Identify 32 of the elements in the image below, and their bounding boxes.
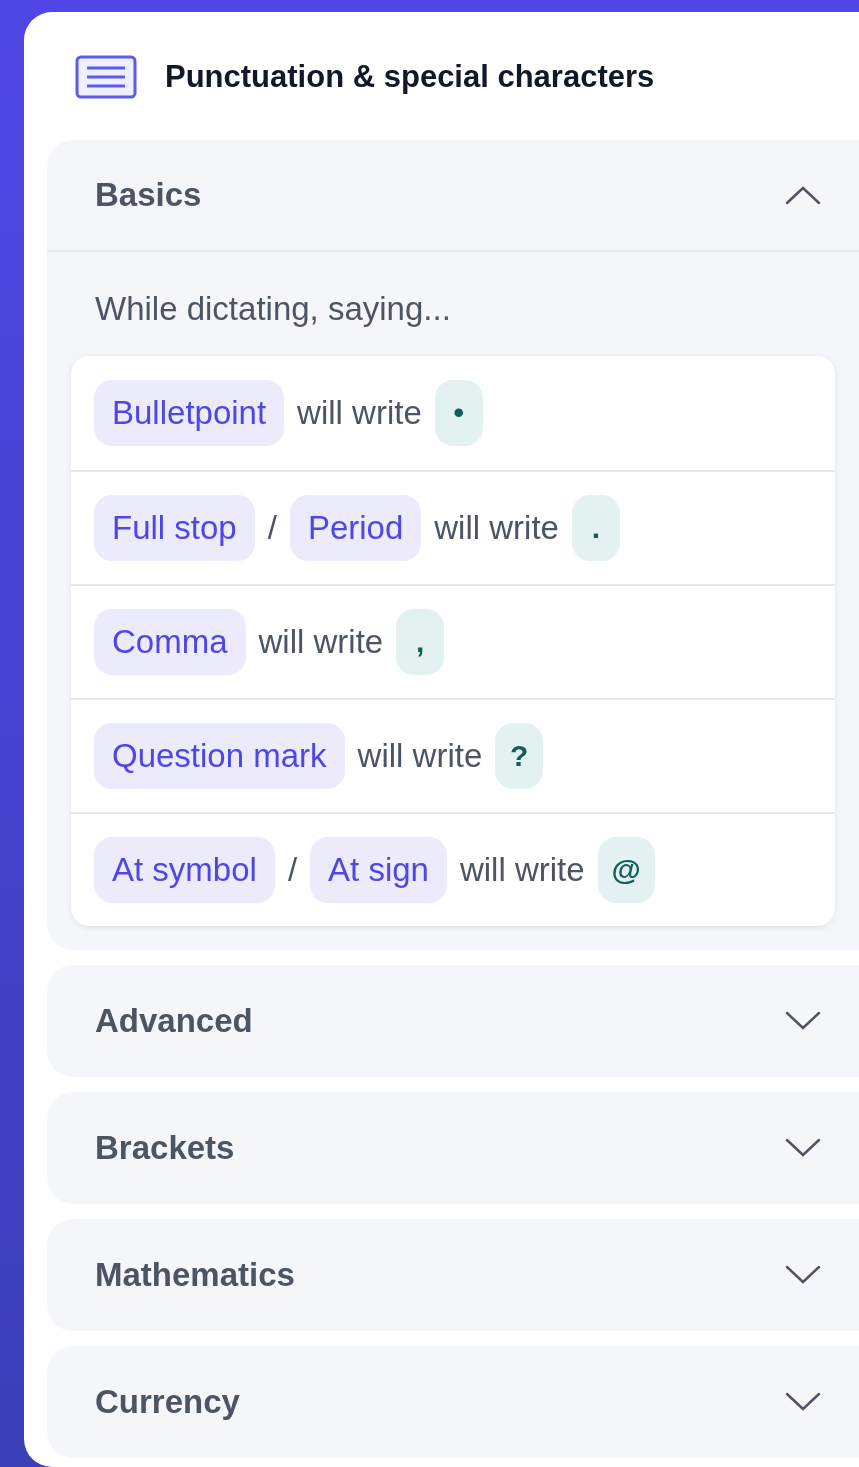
chevron-down-icon	[785, 1010, 821, 1031]
output-chip: @	[597, 836, 655, 903]
panel-title: Punctuation & special characters	[165, 57, 655, 96]
section-header[interactable]: Brackets	[47, 1091, 859, 1204]
phrase-chip: Bulletpoint	[94, 379, 285, 446]
phrase-chip: At symbol	[94, 836, 275, 903]
output-chip: ,	[396, 608, 445, 675]
chevron-down-icon	[785, 1391, 821, 1412]
chevron-down-icon	[785, 1137, 821, 1158]
intro-text: While dictating, saying...	[94, 289, 452, 329]
section-header[interactable]: Basics	[47, 140, 859, 252]
result-label: will write	[459, 849, 585, 890]
result-label: will write	[434, 507, 559, 548]
section-header[interactable]: Mathematics	[47, 1218, 859, 1331]
phrase-chip: Question mark	[94, 722, 345, 789]
output-chip: .	[571, 494, 620, 561]
result-label: will write	[357, 735, 483, 776]
list-icon	[75, 55, 137, 99]
phrase-chip: Period	[289, 494, 422, 561]
result-label: will write	[297, 392, 422, 433]
section-header[interactable]: Currency	[47, 1345, 859, 1458]
separator-text: /	[267, 507, 277, 548]
separator-text: /	[287, 849, 298, 890]
phrase-chip: Full stop	[94, 494, 255, 561]
phrase-chip: At sign	[310, 836, 447, 903]
section-header[interactable]: Advanced	[47, 964, 859, 1077]
output-chip: ?	[495, 722, 544, 789]
result-label: will write	[258, 621, 384, 662]
chevron-up-icon	[785, 185, 821, 205]
chevron-down-icon	[785, 1264, 821, 1285]
phrase-chip: Comma	[94, 608, 246, 675]
output-chip: •	[434, 379, 483, 446]
